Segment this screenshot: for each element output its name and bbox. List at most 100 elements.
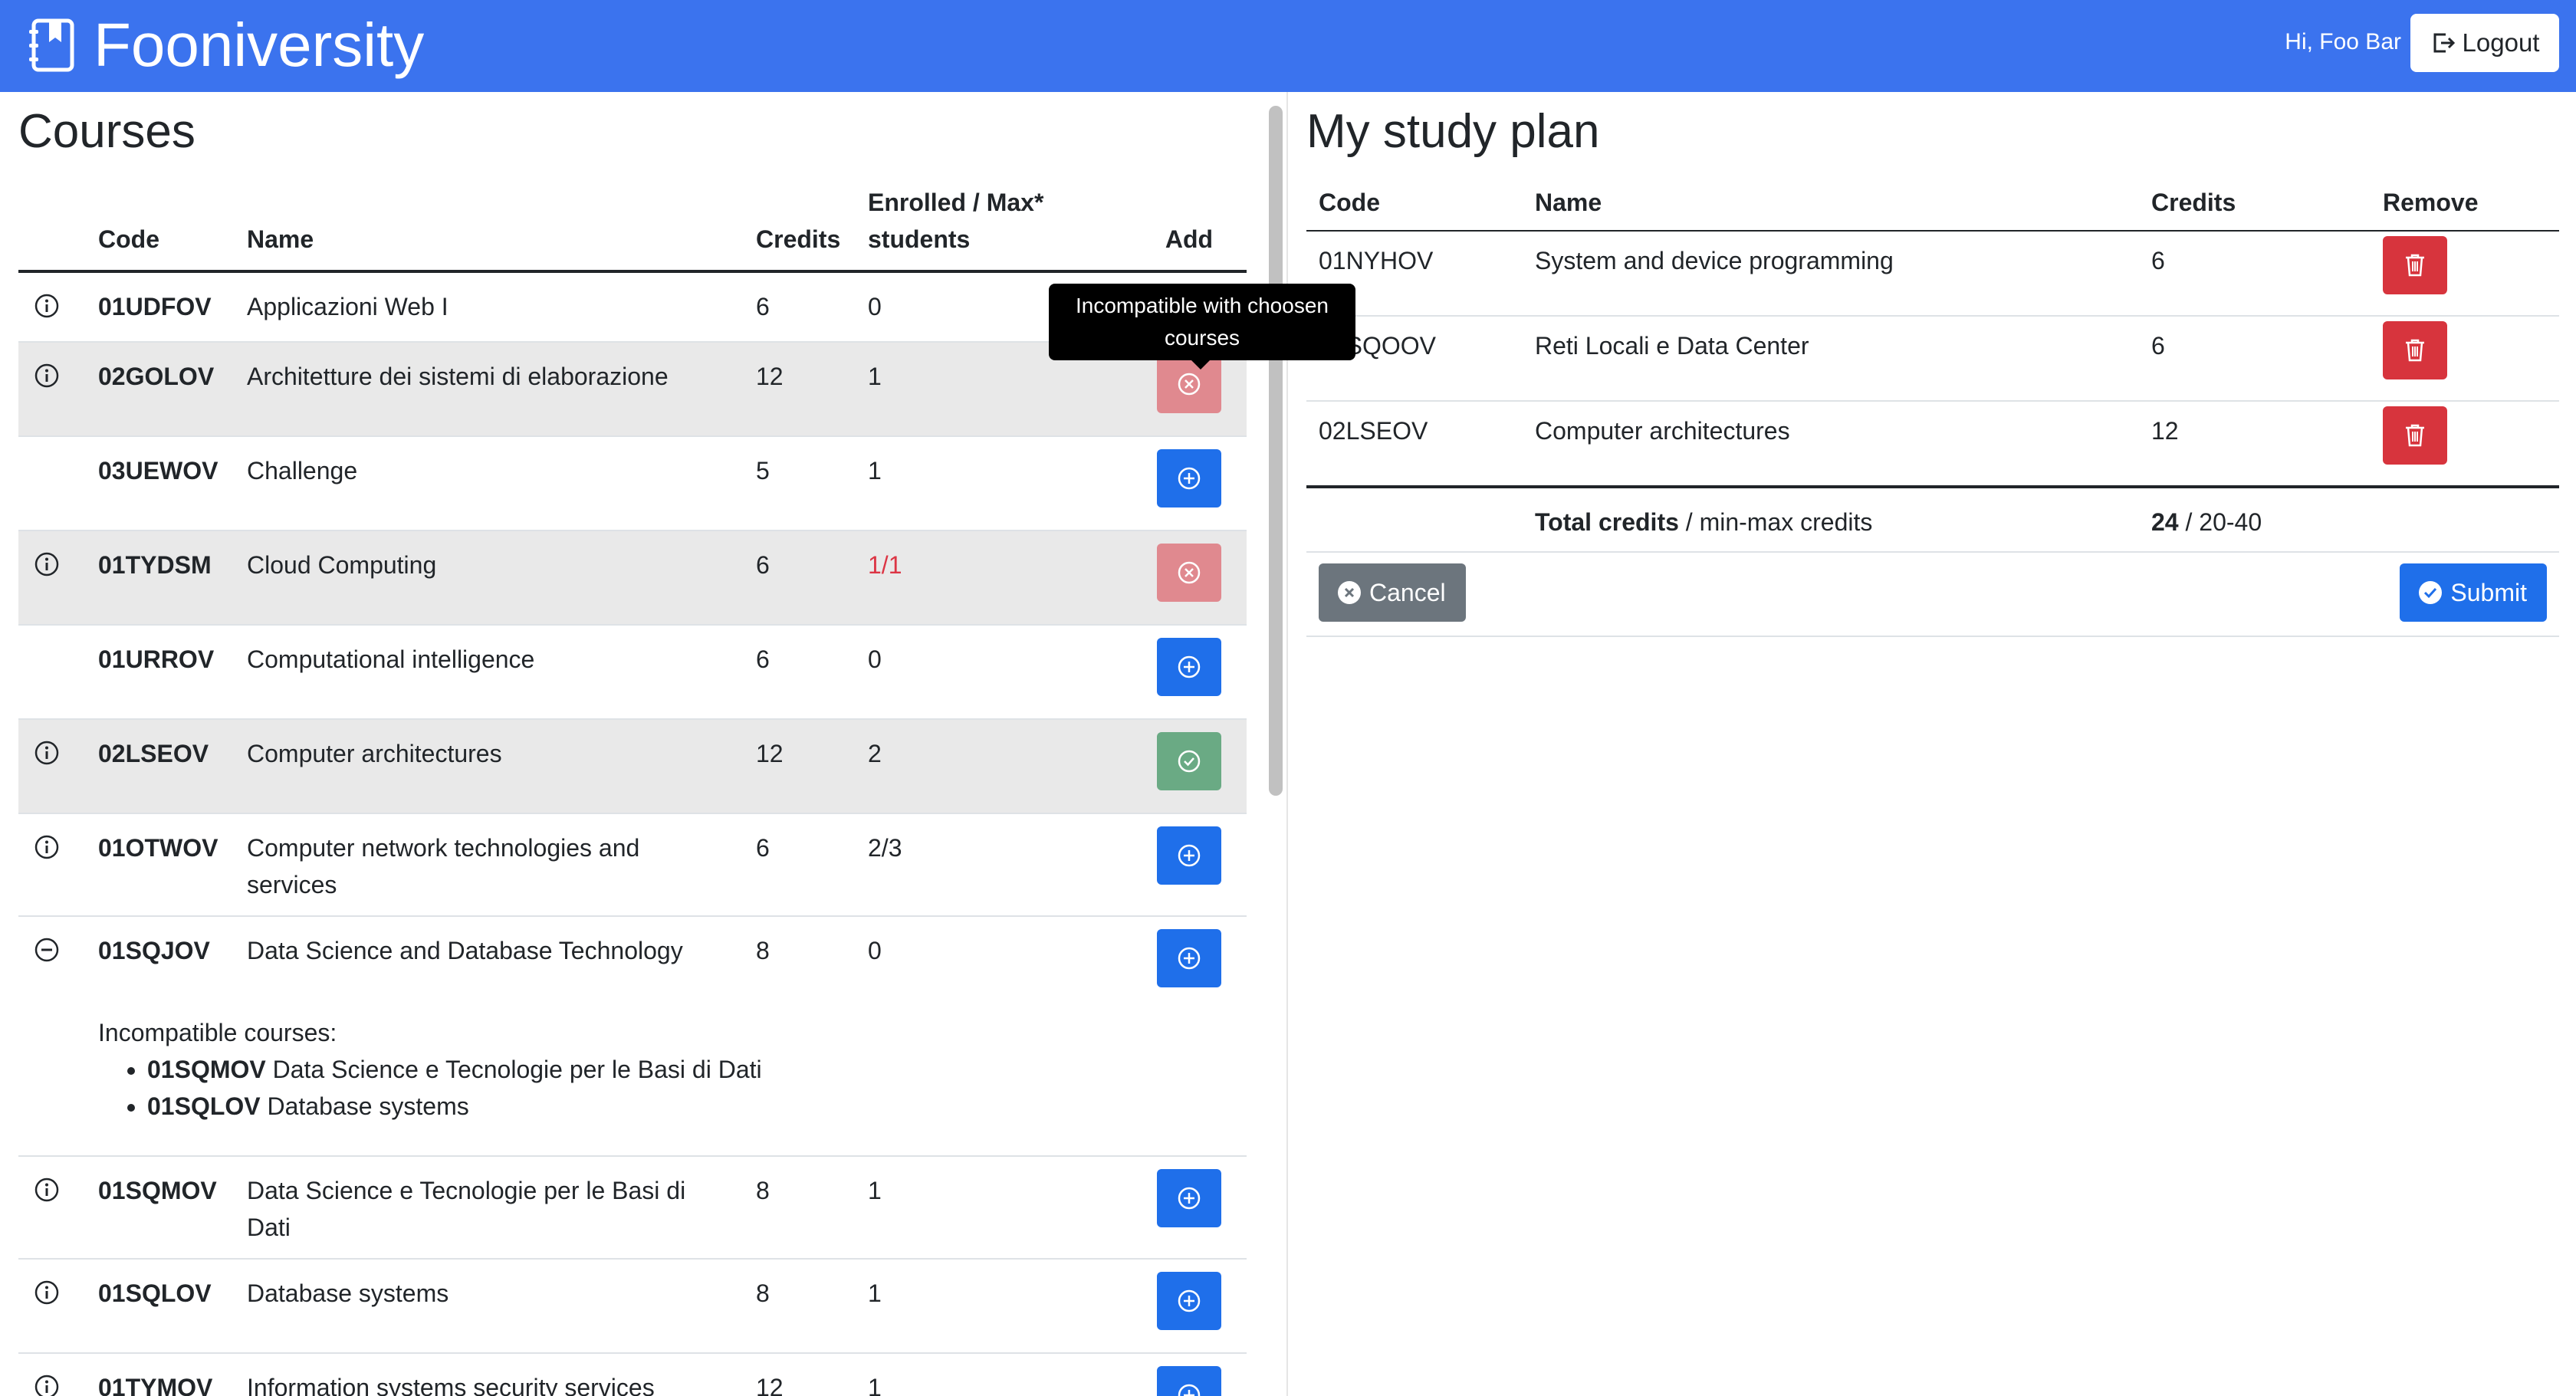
add-course-button[interactable]	[1157, 1169, 1221, 1227]
cancel-label: Cancel	[1369, 579, 1446, 606]
info-icon[interactable]	[34, 293, 60, 319]
header-credits: Credits	[756, 184, 868, 273]
plus-circle-icon	[1178, 1289, 1201, 1312]
course-code: 01UDFOV	[98, 293, 212, 320]
brand[interactable]: Fooniversity	[28, 11, 424, 80]
add-course-button[interactable]	[1157, 1366, 1221, 1396]
navbar: Fooniversity Hi, Foo Bar Logout	[0, 0, 2576, 92]
add-course-button[interactable]	[1157, 929, 1221, 987]
course-credits: 6	[756, 834, 770, 862]
course-row: 01TYMOV Information systems security ser…	[18, 1353, 1247, 1396]
remove-course-button[interactable]	[2383, 321, 2447, 379]
incompatible-list: 01SQMOV Data Science e Tecnologie per le…	[98, 1051, 1247, 1125]
journal-bookmark-icon	[29, 18, 74, 72]
header-credits: Credits	[2139, 181, 2371, 232]
course-row: 01URROV Computational intelligence 6 0	[18, 625, 1247, 719]
header-enrolled: Enrolled / Max* students	[868, 184, 1132, 273]
course-enrolled: 0	[868, 645, 882, 673]
course-credits: 12	[756, 363, 784, 390]
incompatible-tooltip: Incompatible with choosen courses	[1049, 284, 1355, 360]
info-icon[interactable]	[34, 740, 60, 766]
course-row: 01OTWOV Computer network technologies an…	[18, 813, 1247, 916]
check-circle-icon	[1178, 750, 1201, 773]
course-credits: 8	[756, 937, 770, 964]
total-credits-label-rest: / min-max credits	[1678, 508, 1873, 536]
plan-credits: 12	[2139, 401, 2371, 488]
course-name: Information systems security services	[247, 1374, 655, 1396]
info-icon[interactable]	[34, 551, 60, 577]
credits-range: / 20-40	[2178, 508, 2262, 536]
info-icon[interactable]	[34, 1279, 60, 1306]
course-row: 03UEWOV Challenge 5 1	[18, 436, 1247, 530]
header-name: Name	[247, 184, 756, 273]
list-item: 01SQMOV Data Science e Tecnologie per le…	[147, 1051, 1247, 1088]
list-item: 01SQLOV Database systems	[147, 1088, 1247, 1125]
check-circle-fill-icon	[2419, 581, 2443, 604]
brand-name: Fooniversity	[94, 11, 425, 79]
add-course-button[interactable]	[1157, 826, 1221, 885]
header-add: Add	[1132, 184, 1247, 273]
course-credits: 12	[756, 1374, 784, 1396]
plan-row: 01SQOOV Reti Locali e Data Center 6	[1306, 316, 2559, 402]
logout-icon	[2433, 33, 2455, 53]
scrollbar-thumb[interactable]	[1269, 106, 1283, 796]
course-code: 01SQLOV	[98, 1279, 212, 1307]
course-code: 01SQJOV	[98, 937, 210, 964]
trash-icon	[2406, 424, 2424, 447]
plus-circle-icon	[1178, 1187, 1201, 1210]
plan-code: 02LSEOV	[1306, 401, 1523, 488]
plan-name: System and device programming	[1523, 231, 2139, 317]
trash-icon	[2406, 254, 2424, 277]
header-code: Code	[1306, 181, 1523, 232]
add-course-button[interactable]	[1157, 1272, 1221, 1330]
course-name: Challenge	[247, 457, 358, 484]
remove-course-button[interactable]	[2383, 406, 2447, 465]
add-course-button[interactable]	[1157, 449, 1221, 507]
course-enrolled: 1	[868, 457, 882, 484]
course-name: Database systems	[247, 1279, 449, 1307]
remove-course-button[interactable]	[2383, 236, 2447, 294]
x-circle-fill-icon	[1338, 581, 1361, 604]
collapse-icon[interactable]	[34, 937, 60, 963]
logout-button[interactable]: Logout	[2410, 14, 2559, 72]
info-icon[interactable]	[34, 834, 60, 860]
course-code: 01OTWOV	[98, 834, 219, 862]
plan-name: Reti Locali e Data Center	[1523, 316, 2139, 402]
cancel-button[interactable]: Cancel	[1319, 563, 1466, 622]
submit-button[interactable]: Submit	[2400, 563, 2547, 622]
course-name: Computer architectures	[247, 740, 502, 767]
course-code: 01TYDSM	[98, 551, 212, 579]
course-row: 01SQMOV Data Science e Tecnologie per le…	[18, 1156, 1247, 1259]
submit-label: Submit	[2450, 579, 2527, 606]
info-icon[interactable]	[34, 363, 60, 389]
course-enrolled: 0	[868, 937, 882, 964]
incompatible-button[interactable]	[1157, 355, 1221, 413]
incompatible-details: Incompatible courses: 01SQMOV Data Scien…	[18, 1010, 1247, 1156]
plus-circle-icon	[1178, 947, 1201, 970]
course-code: 02GOLOV	[98, 363, 215, 390]
plan-credits: 6	[2139, 316, 2371, 402]
header-icon	[18, 184, 98, 273]
course-credits: 6	[756, 551, 770, 579]
course-name: Applicazioni Web I	[247, 293, 449, 320]
course-name: Cloud Computing	[247, 551, 437, 579]
plus-circle-icon	[1178, 467, 1201, 490]
info-icon[interactable]	[34, 1177, 60, 1203]
add-course-button[interactable]	[1157, 638, 1221, 696]
info-icon[interactable]	[34, 1374, 60, 1396]
total-credits-number: 24	[2151, 508, 2179, 536]
plus-circle-icon	[1178, 844, 1201, 867]
course-credits: 5	[756, 457, 770, 484]
incompatible-button[interactable]	[1157, 544, 1221, 602]
course-row: 02LSEOV Computer architectures 12 2	[18, 719, 1247, 813]
plan-row: 01NYHOV System and device programming 6	[1306, 231, 2559, 317]
course-name: Data Science and Database Technology	[247, 937, 683, 964]
course-code: 03UEWOV	[98, 457, 219, 484]
incompatible-code: 01SQLOV	[147, 1092, 261, 1120]
course-enrolled: 2/3	[868, 834, 902, 862]
study-plan-panel: My study plan Code Name Credits Remove 0…	[1288, 92, 2576, 1396]
plus-circle-icon	[1178, 655, 1201, 678]
course-row-expanded: 01SQJOV Data Science and Database Techno…	[18, 916, 1247, 1010]
added-course-button[interactable]	[1157, 732, 1221, 790]
course-name: Computer network technologies and servic…	[247, 834, 640, 898]
